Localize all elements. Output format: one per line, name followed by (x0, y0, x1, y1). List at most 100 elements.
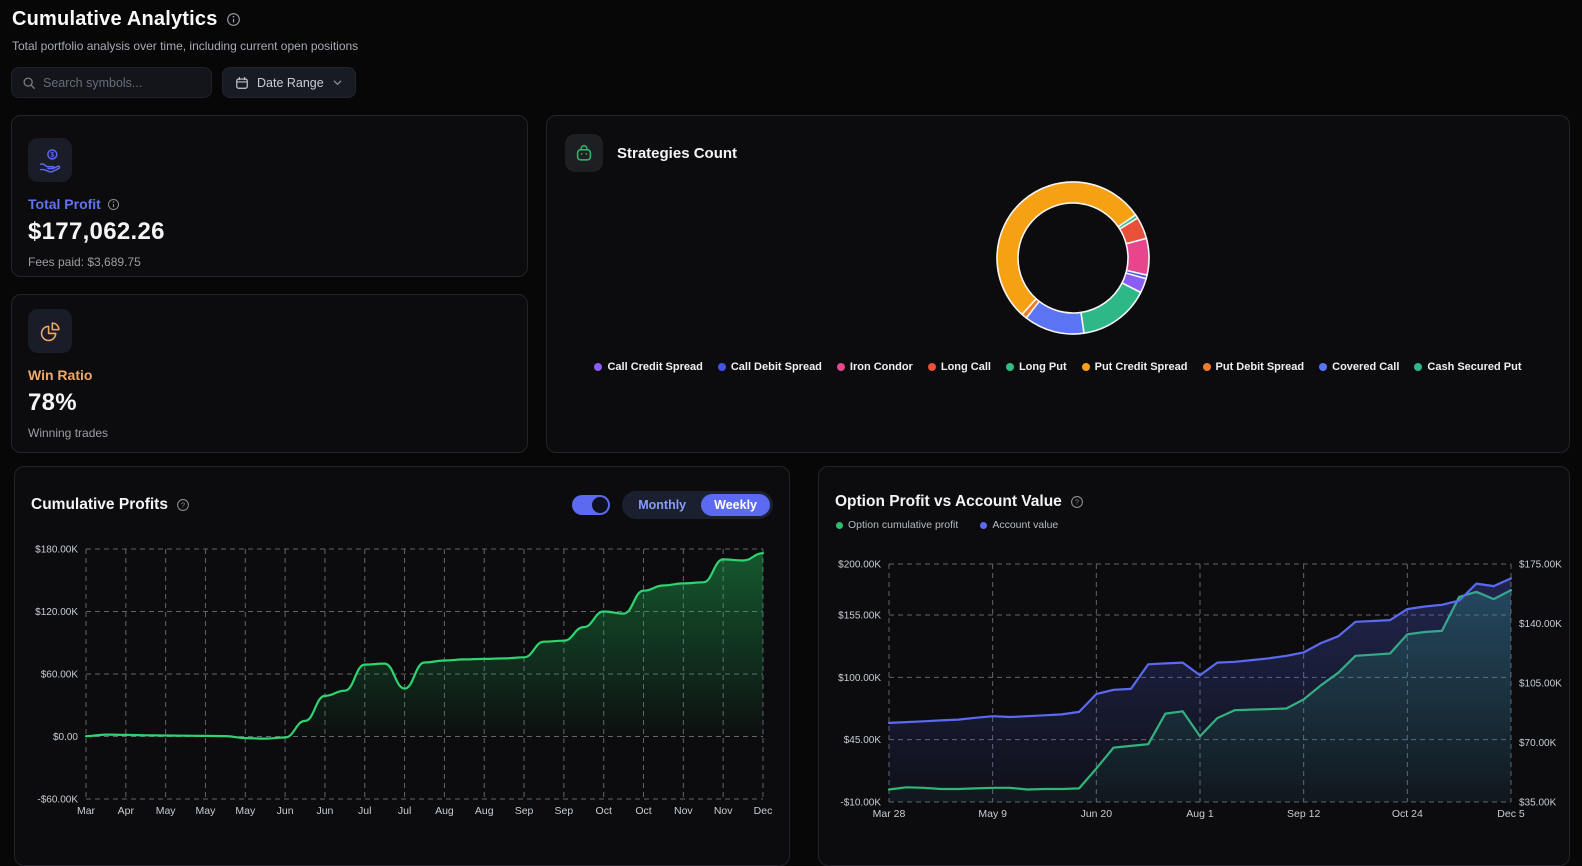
svg-text:Jun 20: Jun 20 (1081, 808, 1113, 820)
legend-item[interactable]: Account value (980, 519, 1058, 531)
legend-label: Iron Condor (850, 361, 913, 373)
hand-coin-icon: $ (28, 138, 72, 182)
legend-dot (980, 522, 987, 529)
legend-item[interactable]: Long Put (1006, 361, 1067, 373)
option-vs-account-card: Option Profit vs Account Value ? Option … (818, 466, 1570, 866)
legend-item[interactable]: Call Debit Spread (718, 361, 822, 373)
calendar-icon (235, 76, 249, 90)
svg-text:Aug: Aug (475, 805, 494, 817)
option-chart-legend: Option cumulative profit Account value (836, 519, 1058, 531)
legend-item[interactable]: Iron Condor (837, 361, 913, 373)
svg-text:$100.00K: $100.00K (838, 673, 881, 684)
total-profit-value: $177,062.26 (28, 218, 511, 246)
legend-dot (1082, 363, 1090, 371)
svg-text:Jun: Jun (316, 805, 333, 817)
chevron-down-icon (332, 77, 343, 88)
legend-label: Covered Call (1332, 361, 1399, 373)
svg-text:Aug: Aug (435, 805, 454, 817)
donut-segment-2[interactable] (1126, 238, 1149, 275)
legend-dot (594, 363, 602, 371)
svg-text:$: $ (50, 152, 54, 159)
svg-text:-$60.00K: -$60.00K (37, 795, 78, 806)
search-input[interactable] (43, 76, 201, 90)
info-icon[interactable] (226, 12, 241, 27)
legend-label: Put Debit Spread (1216, 361, 1305, 373)
svg-text:Dec 5: Dec 5 (1497, 808, 1525, 820)
cumulative-profits-title: Cumulative Profits (31, 496, 168, 514)
svg-text:$45.00K: $45.00K (844, 735, 882, 746)
legend-item[interactable]: Covered Call (1319, 361, 1399, 373)
svg-text:?: ? (1075, 498, 1079, 507)
page-header: Cumulative Analytics Total portfolio ana… (12, 8, 358, 53)
page-title: Cumulative Analytics (12, 8, 218, 31)
legend-label: Option cumulative profit (848, 519, 958, 531)
donut-segment-8[interactable] (1081, 283, 1141, 333)
legend-dot (1006, 363, 1014, 371)
svg-text:Oct: Oct (596, 805, 612, 817)
dashboard-page: Cumulative Analytics Total portfolio ana… (0, 0, 1582, 839)
svg-text:May 9: May 9 (978, 808, 1007, 820)
legend-label: Call Debit Spread (731, 361, 822, 373)
legend-dot (1319, 363, 1327, 371)
svg-text:Jul: Jul (398, 805, 411, 817)
search-box[interactable] (11, 67, 212, 98)
svg-text:$175.00K: $175.00K (1519, 560, 1562, 571)
win-ratio-card: Win Ratio 78% Winning trades (11, 294, 528, 453)
toggle-knob (592, 497, 608, 513)
chart-mode-toggle[interactable] (572, 495, 610, 515)
svg-text:$155.00K: $155.00K (838, 611, 881, 622)
svg-text:Sep 12: Sep 12 (1287, 808, 1320, 820)
monthly-tab[interactable]: Monthly (625, 494, 699, 516)
info-icon[interactable] (107, 198, 120, 211)
svg-text:Mar 28: Mar 28 (873, 808, 906, 820)
total-profit-label: Total Profit (28, 196, 101, 212)
svg-text:$120.00K: $120.00K (35, 607, 78, 618)
legend-label: Cash Secured Put (1427, 361, 1521, 373)
weekly-tab[interactable]: Weekly (701, 494, 770, 516)
cumulative-profits-chart: $180.00K$120.00K$60.00K$0.00-$60.00KMarA… (15, 467, 791, 839)
svg-text:Nov: Nov (674, 805, 693, 817)
option-vs-account-title: Option Profit vs Account Value (835, 493, 1062, 511)
svg-text:Nov: Nov (714, 805, 733, 817)
svg-text:$35.00K: $35.00K (1519, 798, 1557, 809)
legend-dot (928, 363, 936, 371)
legend-dot (718, 363, 726, 371)
svg-text:Jun: Jun (277, 805, 294, 817)
svg-text:Apr: Apr (118, 805, 135, 817)
svg-text:$60.00K: $60.00K (41, 670, 79, 681)
legend-label: Put Credit Spread (1095, 361, 1188, 373)
legend-label: Long Put (1019, 361, 1067, 373)
svg-text:$140.00K: $140.00K (1519, 619, 1562, 630)
legend-label: Account value (992, 519, 1058, 531)
svg-text:Oct 24: Oct 24 (1392, 808, 1423, 820)
help-icon[interactable]: ? (176, 498, 190, 512)
help-icon[interactable]: ? (1070, 495, 1084, 509)
donut-segment-7[interactable] (1026, 301, 1084, 334)
svg-text:-$10.00K: -$10.00K (840, 798, 881, 809)
legend-item[interactable]: Long Call (928, 361, 991, 373)
legend-item[interactable]: Call Credit Spread (594, 361, 702, 373)
svg-text:$0.00: $0.00 (53, 732, 78, 743)
win-ratio-sub: Winning trades (28, 426, 511, 440)
pie-slice-icon (28, 309, 72, 353)
svg-text:?: ? (181, 501, 185, 510)
legend-item[interactable]: Put Credit Spread (1082, 361, 1188, 373)
legend-item[interactable]: Option cumulative profit (836, 519, 958, 531)
legend-dot (837, 363, 845, 371)
legend-dot (1203, 363, 1211, 371)
svg-text:Sep: Sep (555, 805, 574, 817)
strategies-legend: Call Credit Spread Call Debit Spread Iron … (547, 361, 1569, 373)
svg-text:$200.00K: $200.00K (838, 560, 881, 571)
legend-item[interactable]: Cash Secured Put (1414, 361, 1521, 373)
legend-label: Long Call (941, 361, 991, 373)
svg-text:$70.00K: $70.00K (1519, 738, 1557, 749)
svg-text:Dec: Dec (754, 805, 773, 817)
legend-dot (836, 522, 843, 529)
strategies-donut-chart (547, 116, 1569, 452)
svg-text:Sep: Sep (515, 805, 534, 817)
date-range-button[interactable]: Date Range (222, 67, 356, 98)
legend-item[interactable]: Put Debit Spread (1203, 361, 1305, 373)
total-profit-card: $ Total Profit $177,062.26 Fees paid: $3… (11, 115, 528, 277)
total-profit-fees: Fees paid: $3,689.75 (28, 255, 511, 269)
svg-text:$180.00K: $180.00K (35, 545, 78, 556)
